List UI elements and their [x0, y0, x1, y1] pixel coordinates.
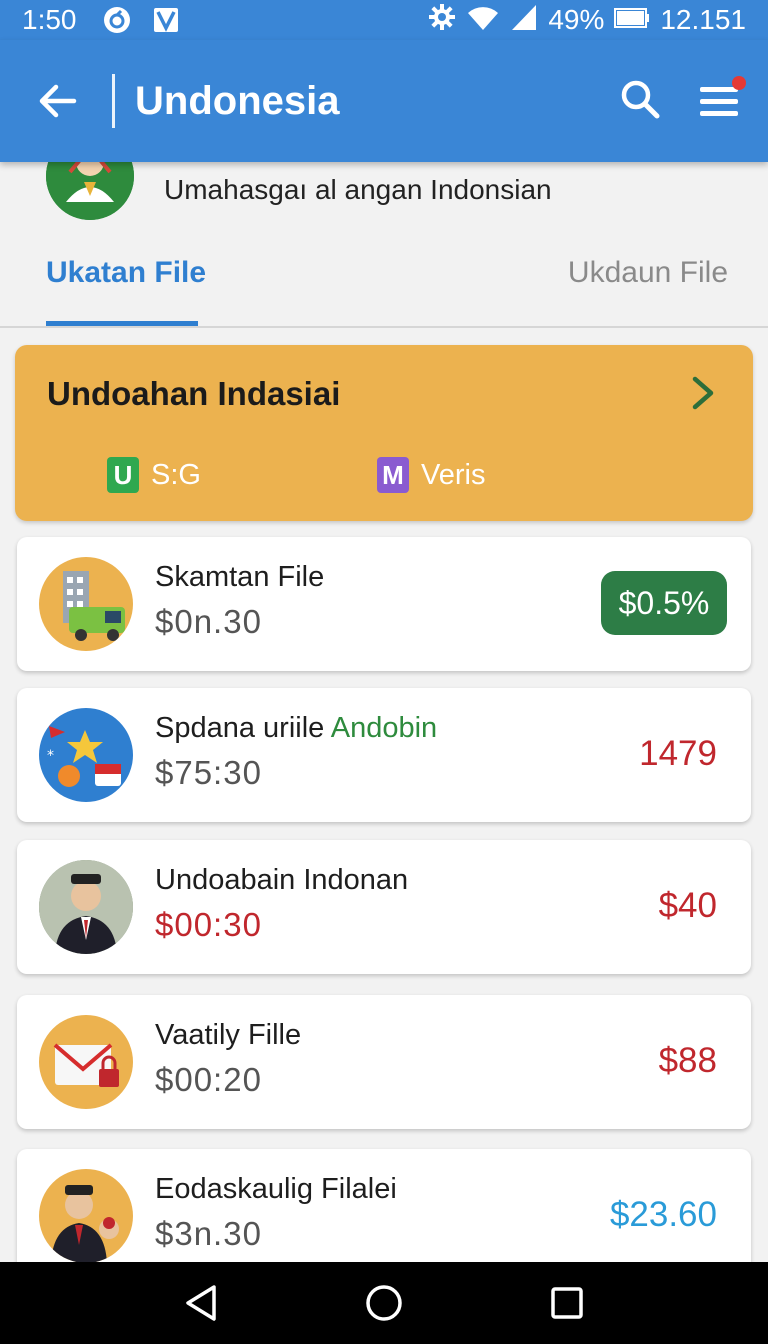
settings-gear-icon [428, 3, 456, 38]
list-item[interactable]: Vaatily Fille $00:20 $88 [17, 995, 751, 1129]
item-amount: $75:30 [155, 754, 262, 791]
featured-meta-2-text: Veris [421, 458, 486, 491]
item-name-text: Spdana uriile [155, 712, 331, 744]
list-item[interactable]: Undoabain Indonan $00:30 $40 [17, 840, 751, 974]
item-amount: $00:30 [155, 906, 262, 943]
item-amount: $3n.30 [155, 1215, 262, 1252]
m-badge-icon: M [377, 457, 409, 493]
building-truck-icon [39, 557, 133, 651]
item-value: $88 [658, 1041, 717, 1080]
item-rate-pill: $0.5% [601, 571, 727, 635]
status-bar: 1:50 49% 12.151 [0, 0, 768, 40]
profile-subtitle: Umahasgaı al angan Indonsian [164, 174, 552, 205]
status-extra: 12.151 [660, 4, 746, 35]
featured-title: Undoahan Indasiai [47, 375, 341, 412]
item-name-text: Vaatily Fille [155, 1019, 302, 1051]
star-flag-icon: * [39, 708, 133, 802]
item-name: Vaatily Fille [155, 1019, 301, 1052]
u-badge-icon: U [107, 457, 139, 493]
battery-percent: 49% [548, 4, 605, 35]
tab-bar: Ukatan File Ukdaun File [0, 240, 768, 328]
item-amount: $00:20 [155, 1061, 262, 1098]
item-value: $23.60 [609, 1195, 717, 1234]
menu-button[interactable] [698, 76, 746, 122]
status-time: 1:50 [22, 4, 77, 35]
back-button[interactable] [18, 61, 98, 141]
item-name: Skamtan File [155, 561, 324, 594]
tab-ukdaun-file[interactable]: Ukdaun File [568, 256, 728, 290]
item-amount: $0n.30 [155, 603, 262, 640]
nav-recents-button[interactable] [544, 1280, 590, 1326]
list-item[interactable]: Skamtan File $0n.30 $0.5% [17, 537, 751, 671]
item-name: Eodaskaulig Filalei [155, 1173, 397, 1206]
active-tab-indicator [46, 321, 198, 326]
profile-header: Umahasgaı al angan Indonsian [0, 132, 768, 230]
item-name: Undoabain Indonan [155, 864, 408, 897]
featured-meta-1: U S:G [107, 457, 201, 493]
title-divider [112, 74, 115, 128]
search-button[interactable] [620, 79, 660, 124]
item-name-text: Undoabain Indonan [155, 864, 409, 896]
featured-meta-1-text: S:G [151, 458, 201, 491]
screen: 1:50 49% 12.151 Undonesia Umahasgaı al a… [0, 0, 768, 1344]
featured-meta-2: M Veris [377, 457, 485, 493]
nav-recents-icon [550, 1287, 583, 1319]
app-bar: Undonesia [0, 40, 768, 162]
item-name: Spdana uriile Andobin [155, 712, 437, 745]
notification-dot [732, 76, 746, 90]
nav-home-button[interactable] [361, 1280, 407, 1326]
tab-ukatan-file[interactable]: Ukatan File [46, 256, 206, 290]
signal-icon [510, 3, 538, 38]
arrow-left-icon [39, 84, 77, 118]
search-icon [621, 80, 660, 118]
item-name-text: Eodaskaulig Filalei [155, 1173, 397, 1205]
notification-app-icon [103, 6, 131, 34]
page-title: Undonesia [135, 78, 340, 123]
item-value: 1479 [639, 734, 717, 773]
person-suit-icon [39, 860, 133, 954]
nav-back-button[interactable] [178, 1280, 224, 1326]
battery-icon [614, 4, 650, 36]
item-name-highlight: Andobin [330, 712, 438, 744]
notification-v-icon [153, 7, 179, 33]
nav-home-icon [366, 1285, 402, 1321]
person-cap-icon [39, 1169, 133, 1263]
chevron-right-icon [692, 376, 714, 410]
item-name-text: Skamtan File [155, 561, 325, 593]
status-right: 49% 12.151 [428, 3, 746, 38]
item-value: $40 [658, 886, 717, 925]
svg-text:*: * [47, 748, 54, 764]
wifi-icon [466, 3, 500, 38]
app-bar-actions [620, 76, 746, 124]
list-item[interactable]: * Spdana uriile Andobin $75:30 1479 [17, 688, 751, 822]
nav-back-icon [186, 1285, 217, 1321]
envelope-lock-icon [39, 1015, 133, 1109]
featured-card[interactable]: Undoahan Indasiai U S:G M Veris [15, 345, 753, 521]
system-nav-bar [0, 1262, 768, 1344]
